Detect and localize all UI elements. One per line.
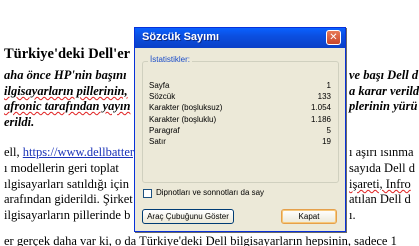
document-bold-line: aha önce HP'nin başını — [4, 68, 127, 82]
document-body-line: ilgisayarların pillerinde b — [4, 208, 131, 222]
stat-label: Satır — [149, 136, 166, 146]
footnotes-checkbox-label[interactable]: Dipnotları ve sonnotları da say — [156, 188, 264, 197]
dialog-titlebar[interactable]: Sözcük Sayımı ✕ — [135, 28, 345, 48]
document-bold-line-right: a karar verildi — [349, 84, 419, 98]
battery-link[interactable]: https://www.dellbattery — [23, 145, 141, 159]
document-body-line-right: atılan Dell d — [349, 192, 411, 206]
stat-label: Paragraf — [149, 125, 180, 135]
stat-row-lines: Satır 19 — [149, 137, 331, 148]
document-bold-line: afronic tarafından yayın — [4, 99, 131, 113]
word-count-dialog: Sözcük Sayımı ✕ İstatistikler: Sayfa 1 S… — [134, 27, 346, 232]
document-bold-line: ilgisayarların pillerinin, — [4, 84, 128, 98]
stat-value: 1.186 — [310, 114, 331, 124]
document-body-line: arafından giderildi. Şirket — [4, 192, 133, 206]
footnotes-checkbox[interactable] — [143, 189, 152, 198]
document-bold-line-right: plerinin yürü — [349, 99, 418, 113]
document-heading: Türkiye'deki Dell'er — [4, 46, 131, 62]
stat-row-words: Sözcük 133 — [149, 92, 331, 103]
stat-row-pages: Sayfa 1 — [149, 81, 331, 92]
document-body-line-right: ı. — [349, 208, 356, 222]
document-body-line-right: sayıda Dell d — [349, 161, 415, 175]
document-text: ell, — [4, 145, 23, 159]
document-body-line: er gerçek daha var ki, o da Türkiye'deki… — [4, 234, 397, 246]
stat-value: 5 — [326, 125, 331, 135]
stat-label: Karakter (boşluksuz) — [149, 103, 223, 113]
stat-label: Sayfa — [149, 81, 170, 90]
stat-value: 1 — [326, 81, 331, 90]
stat-value: 19 — [322, 136, 331, 146]
document-body-line: ılgisayarları satıldığı için — [4, 177, 129, 191]
stat-value: 1.054 — [310, 103, 331, 113]
stat-label: Sözcük — [149, 92, 176, 102]
stat-label: Karakter (boşluklu) — [149, 114, 217, 124]
document-link-line: ell, https://www.dellbattery — [4, 145, 140, 160]
dialog-title: Sözcük Sayımı — [142, 31, 220, 43]
close-button[interactable]: Kapat — [281, 209, 337, 224]
show-toolbar-button[interactable]: Araç Çubuğunu Göster — [142, 209, 234, 224]
stat-row-paragraphs: Paragraf 5 — [149, 126, 331, 137]
statistics-list: Sayfa 1 Sözcük 133 Karakter (boşluksuz) … — [149, 81, 331, 148]
document-body-line: ı modellerin geri toplat — [4, 161, 119, 175]
document-text: ı aşırı ısınma — [349, 145, 414, 159]
stat-row-chars-no-spaces: Karakter (boşluksuz) 1.054 — [149, 103, 331, 114]
document-body-line-right: işareti, Infro — [349, 177, 411, 191]
document-bold-line: erildi. — [4, 115, 35, 129]
close-icon[interactable]: ✕ — [326, 30, 341, 45]
stat-row-chars-with-spaces: Karakter (boşluklu) 1.186 — [149, 115, 331, 126]
statistics-label: İstatistikler: — [148, 55, 193, 64]
document-bold-line-right: ve başı Dell d — [349, 68, 419, 82]
stat-value: 133 — [317, 92, 331, 102]
